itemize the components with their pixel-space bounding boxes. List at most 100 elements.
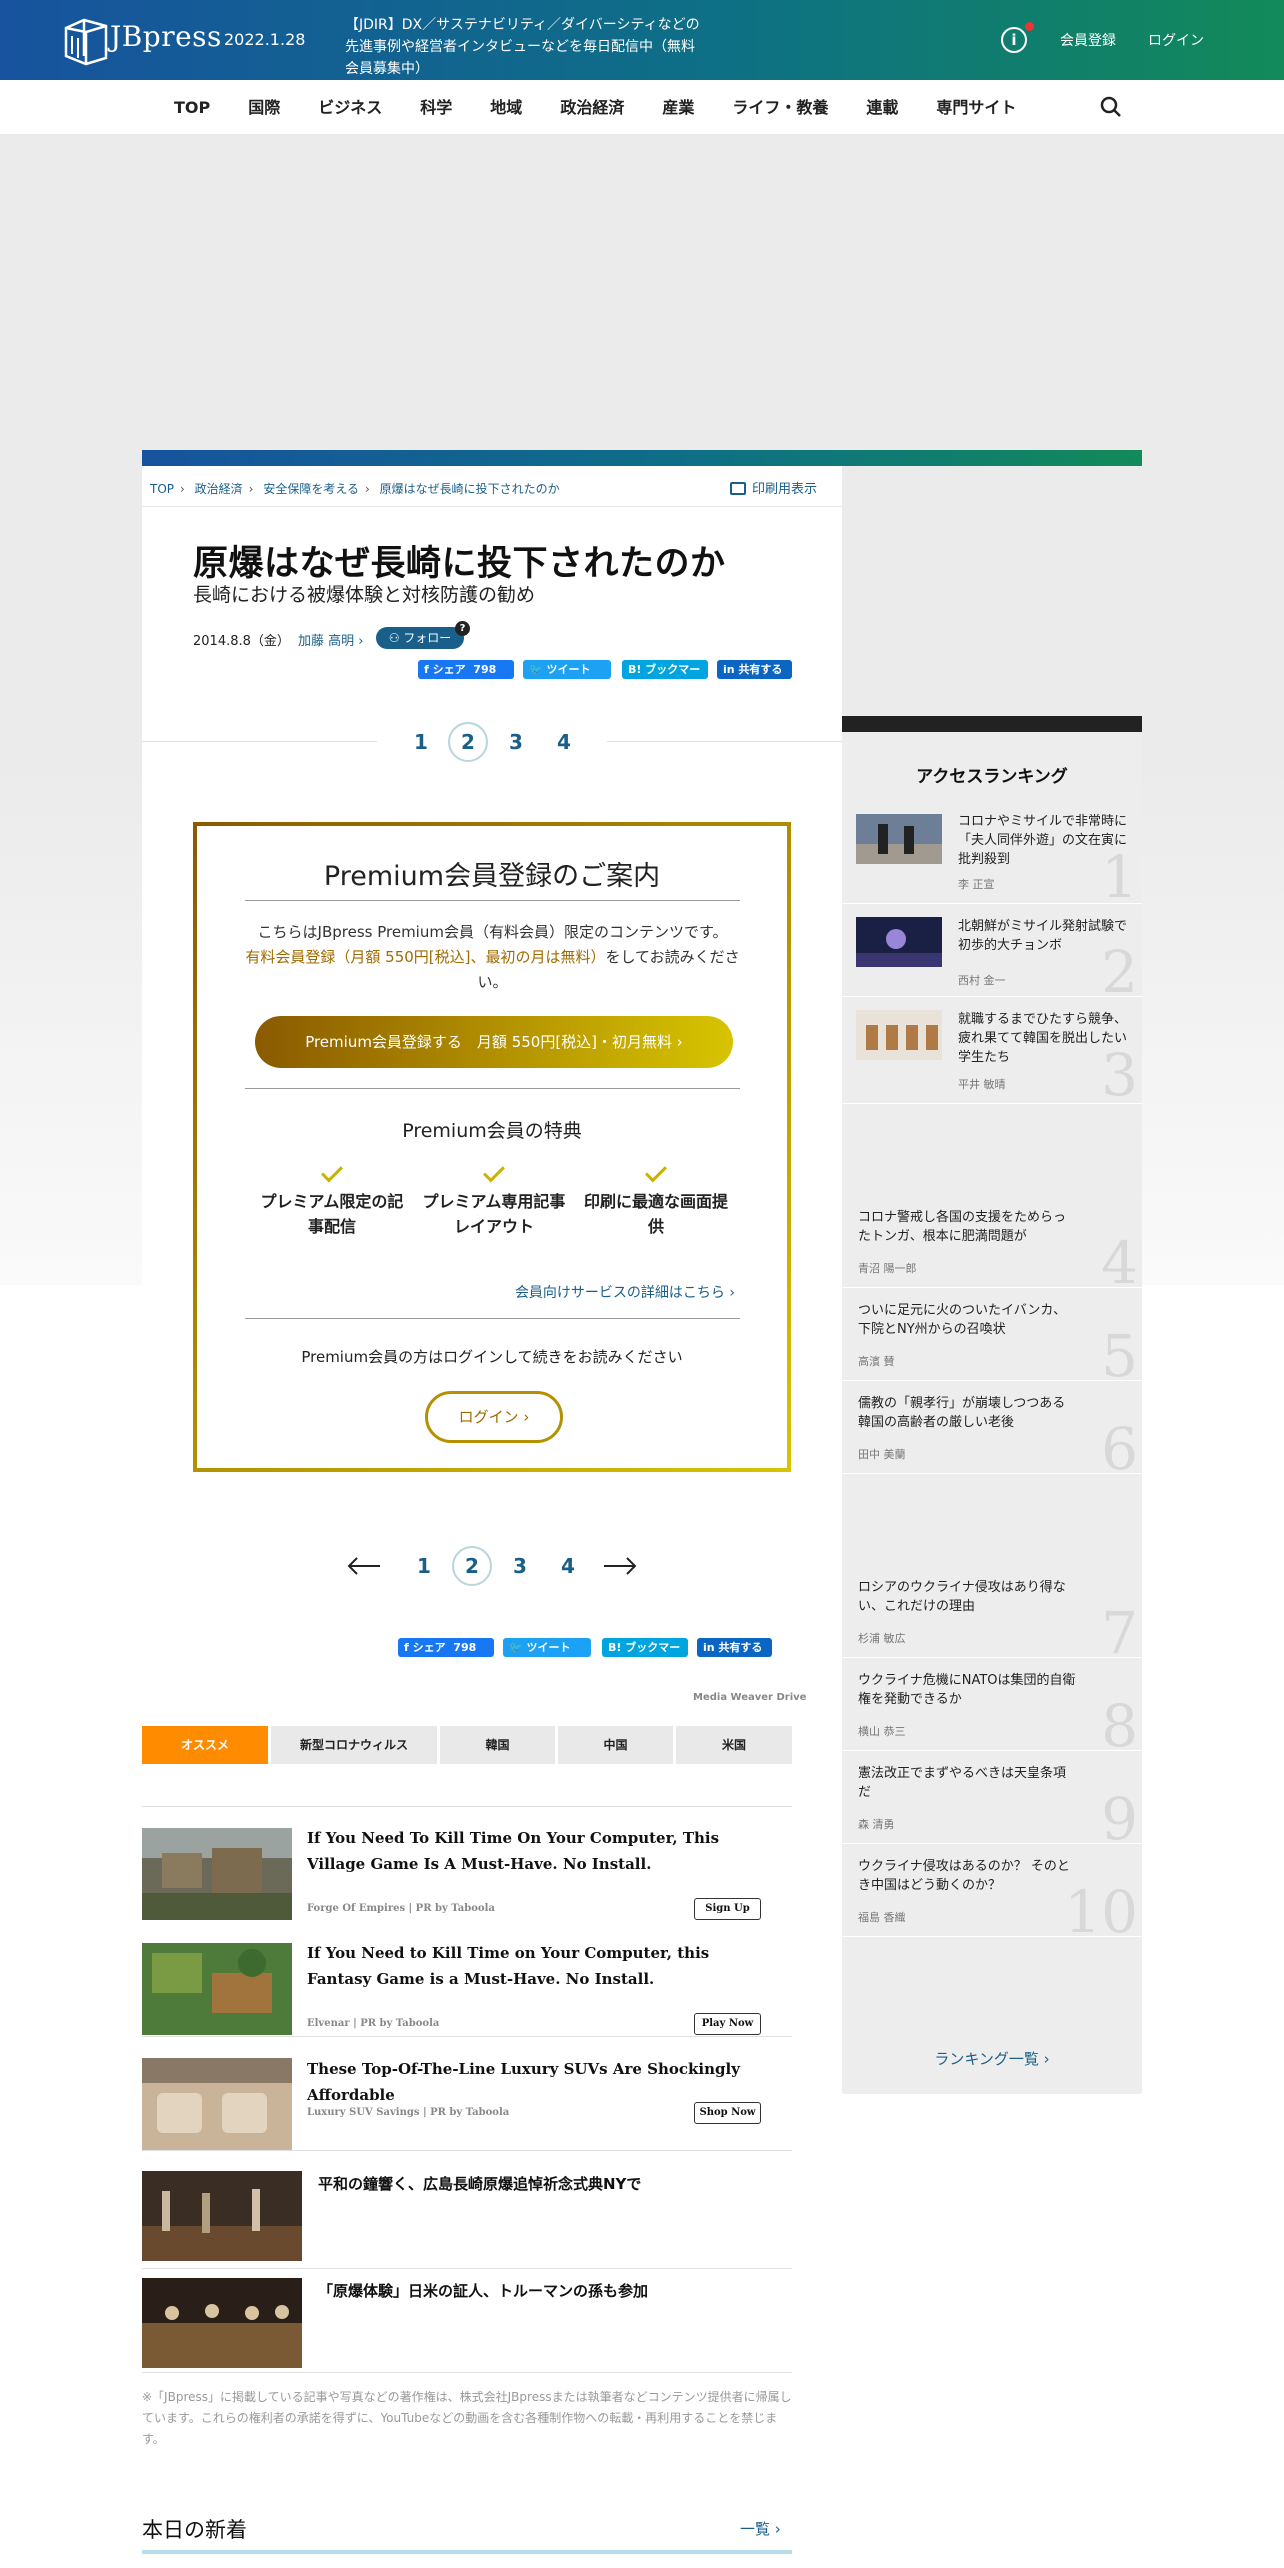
nav-item-science[interactable]: 科学 (401, 80, 471, 135)
ranking-item-author: 森 清勇 (858, 1818, 895, 1831)
register-link[interactable]: 会員登録 (1060, 30, 1116, 50)
ad-title[interactable]: If You Need to Kill Time on Your Compute… (307, 1940, 777, 1992)
ranking-number: 9 (1101, 1785, 1138, 1853)
ad-thumbnail-suv[interactable] (142, 2058, 292, 2150)
facebook-share-button[interactable]: f シェア 798 (418, 660, 514, 679)
page-3-link[interactable]: 3 (496, 722, 536, 762)
breadcrumb-top[interactable]: TOP (150, 482, 174, 496)
page-1-link[interactable]: 1 (404, 1546, 444, 1586)
ad-sign-up-button[interactable]: Sign Up (694, 1898, 761, 1920)
twitter-share-button[interactable]: 🐦 ツイート (523, 660, 611, 679)
related-thumbnail-panel[interactable] (142, 2278, 302, 2368)
hatena-bookmark-button[interactable]: B! ブックマーク (602, 1638, 688, 1673)
divider (142, 1806, 792, 1807)
premium-details-link[interactable]: 会員向けサービスの詳細はこちら › (515, 1282, 735, 1302)
jbpress-logo-icon[interactable] (62, 16, 110, 66)
ranking-item[interactable]: ついに足元に火のついたイバンカ、下院とNY州からの召喚状 高濱 賛 5 (842, 1289, 1142, 1385)
page-1-link[interactable]: 1 (401, 722, 441, 762)
ranking-item[interactable]: 就職するまでひたすら競争、疲れ果てて韓国を脱出したい学生たち 平井 敏晴 3 (842, 998, 1142, 1104)
divider (142, 741, 377, 742)
search-icon[interactable] (1100, 96, 1122, 118)
page-3-link[interactable]: 3 (500, 1546, 540, 1586)
ad-shop-now-button[interactable]: Shop Now (694, 2102, 761, 2124)
premium-register-button[interactable]: Premium会員登録する 月額 550円[税込]・初月無料 › (255, 1016, 733, 1068)
new-articles-more-link[interactable]: 一覧 › (740, 2518, 781, 2539)
arrow-right-icon[interactable] (602, 1556, 638, 1576)
top-header: JBpress 2022.1.28 【JDIR】DX／サステナビリティ／ダイバー… (0, 0, 1284, 80)
ranking-more-link[interactable]: ランキング一覧 › (842, 2048, 1142, 2069)
login-link[interactable]: ログイン (1148, 30, 1204, 50)
breadcrumb-current[interactable]: 原爆はなぜ長崎に投下されたのか (380, 482, 560, 496)
premium-login-button[interactable]: ログイン › (425, 1391, 563, 1443)
page-4-link[interactable]: 4 (544, 722, 584, 762)
related-article-link[interactable]: 「原爆体験」日米の証人、トルーマンの孫も参加 (318, 2280, 648, 2301)
tab-recommend[interactable]: オススメ (142, 1726, 268, 1764)
header-date: 2022.1.28 (224, 30, 306, 49)
ranking-item-title: コロナ警戒し各国の支援をためらったトンガ、根本に肥満問題が (858, 1210, 1067, 1244)
ad-thumbnail-village[interactable] (142, 1828, 292, 1920)
ranking-number: 2 (1101, 938, 1138, 1006)
nav-item-politics[interactable]: 政治経済 (541, 80, 643, 135)
related-article-link[interactable]: 平和の鐘響く、広島長崎原爆追悼祈念式典NYで (318, 2173, 641, 2194)
new-articles-underline (142, 2550, 792, 2554)
check-icon (483, 1160, 505, 1183)
ranking-item[interactable]: コロナ警戒し各国の支援をためらったトンガ、根本に肥満問題が 青沼 陽一郎 4 (842, 1196, 1142, 1292)
premium-login-text: Premium会員の方はログインして続きをお読みください (301, 1348, 683, 1366)
breadcrumb-politics[interactable]: 政治経済 (195, 482, 243, 496)
ranking-item[interactable]: 憲法改正でまずやるべきは天皇条項だ 森 清勇 9 (842, 1752, 1142, 1848)
ranking-item[interactable]: ウクライナ侵攻はあるのか？ そのとき中国はどう動くのか？ 福島 香織 10 (842, 1845, 1142, 1941)
page-4-link[interactable]: 4 (548, 1546, 588, 1586)
ranking-item-title: ロシアのウクライナ侵攻はあり得ない、これだけの理由 (858, 1580, 1066, 1614)
author-link[interactable]: 加藤 高明 › (298, 630, 363, 649)
tab-korea[interactable]: 韓国 (440, 1726, 555, 1764)
twitter-share-button[interactable]: 🐦 ツイート (503, 1638, 591, 1657)
ranking-item-author: 青沼 陽一郎 (858, 1262, 917, 1275)
ad-title[interactable]: If You Need To Kill Time On Your Compute… (307, 1825, 777, 1877)
facebook-share-button[interactable]: f シェア 798 (398, 1638, 494, 1657)
ad-play-now-button[interactable]: Play Now (694, 2013, 761, 2035)
benefit-label: プレミアム専用記事レイアウト (422, 1192, 566, 1236)
benefit-item: プレミアム専用記事レイアウト (419, 1160, 569, 1239)
linkedin-share-button[interactable]: in 共有する (697, 1638, 772, 1657)
linkedin-label: 共有する (718, 1641, 763, 1654)
ranking-item-title: 儒教の「親孝行」が崩壊しつつある韓国の高齢者の厳しい老後 (858, 1396, 1066, 1430)
nav-item-series[interactable]: 連載 (847, 80, 917, 135)
print-view-link[interactable]: 印刷用表示 (730, 478, 817, 497)
tab-coronavirus[interactable]: 新型コロナウィルス (271, 1726, 437, 1764)
ad-source: Luxury SUV Savings | PR by Taboola (307, 2107, 510, 2118)
tab-china[interactable]: 中国 (558, 1726, 673, 1764)
nav-item-special[interactable]: 専門サイト (917, 80, 1035, 135)
related-thumbnail-bell-ceremony[interactable] (142, 2171, 302, 2261)
facebook-share-count: 798 (473, 663, 497, 676)
ranking-item[interactable]: コロナやミサイルで非常時に「夫人同伴外遊」の文在寅に批判殺到 李 正宣 1 (842, 800, 1142, 906)
follow-button[interactable]: ⚇ フォロー (376, 627, 464, 649)
hatena-bookmark-button[interactable]: B! ブックマーク (622, 660, 708, 695)
ranking-item[interactable]: 北朝鮮がミサイル発射試験で初歩的大チョンボ 西村 金一 2 (842, 905, 1142, 1001)
ranking-item[interactable]: ロシアのウクライナ侵攻はあり得ない、これだけの理由 杉浦 敏広 7 (842, 1566, 1142, 1662)
ad-title[interactable]: These Top-Of-The-Line Luxury SUVs Are Sh… (307, 2056, 777, 2108)
ad-thumbnail-fantasy[interactable] (142, 1943, 292, 2035)
nav-item-top[interactable]: TOP (155, 80, 229, 135)
info-icon[interactable]: i (1001, 27, 1027, 53)
ranking-item[interactable]: 儒教の「親孝行」が崩壊しつつある韓国の高齢者の厳しい老後 田中 美蘭 6 (842, 1382, 1142, 1478)
header-notice-link[interactable]: 【JDIR】DX／サステナビリティ／ダイバーシティなどの先進事例や経営者インタビ… (345, 14, 705, 80)
twitter-share-label: ツイート (546, 663, 591, 676)
linkedin-share-button[interactable]: in 共有する (717, 660, 792, 679)
logo-text[interactable]: JBpress (110, 20, 222, 53)
arrow-left-icon[interactable] (346, 1556, 382, 1576)
premium-register-text-link[interactable]: 有料会員登録（月額 550円[税込]、最初の月は無料） (245, 948, 605, 966)
nav-item-international[interactable]: 国際 (229, 80, 299, 135)
ranking-item[interactable]: ウクライナ危機にNATOは集団的自衛権を発動できるか 横山 恭三 8 (842, 1659, 1142, 1755)
nav-item-region[interactable]: 地域 (471, 80, 541, 135)
follow-help-icon[interactable]: ? (455, 621, 470, 636)
breadcrumb-series[interactable]: 安全保障を考える (263, 482, 359, 496)
copyright-notice: ※「JBpress」に掲載している記事や写真などの著作権は、株式会社JBpres… (142, 2390, 792, 2446)
twitter-share-label: ツイート (526, 1641, 571, 1654)
tab-usa[interactable]: 米国 (676, 1726, 792, 1764)
nav-item-industry[interactable]: 産業 (643, 80, 713, 135)
ranking-number: 7 (1101, 1599, 1138, 1667)
breadcrumb: TOP › 政治経済 › 安全保障を考える › 原爆はなぜ長崎に投下されたのか (150, 482, 560, 496)
ad-source: Forge Of Empires | PR by Taboola (307, 1903, 495, 1914)
nav-item-business[interactable]: ビジネス (299, 80, 401, 135)
nav-item-life[interactable]: ライフ・教養 (713, 80, 847, 135)
